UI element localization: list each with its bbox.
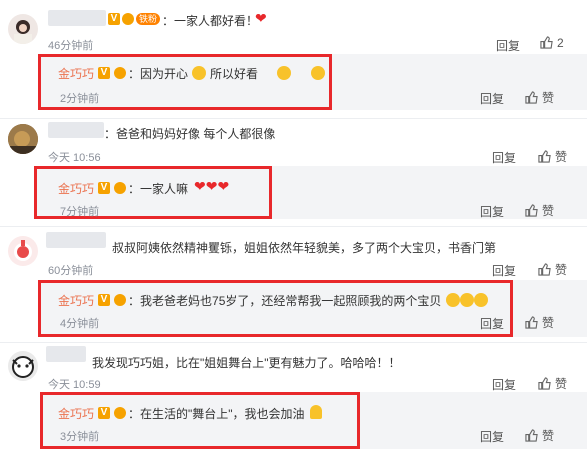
like-button[interactable]: 赞 <box>525 314 554 331</box>
reply-text: ：我老爸老妈也75岁了，还经常帮我一起照顾我的两个宝贝 <box>128 294 442 308</box>
reply-text: ：一家人嘛 <box>128 182 189 196</box>
verified-v-icon: V <box>108 13 120 25</box>
comment-text: ：一家人都好看！ <box>162 14 259 28</box>
fan-badge: 铁粉 <box>136 13 161 25</box>
like-button[interactable]: 赞 <box>525 89 554 106</box>
vip-badge-icon <box>114 67 126 79</box>
reply-author-name[interactable]: 金巧巧 <box>58 65 94 82</box>
thumbs-up-icon <box>538 150 551 163</box>
reply-author-name[interactable]: 金巧巧 <box>58 405 94 422</box>
thumbs-up-icon <box>525 429 538 442</box>
vip-badge-icon <box>114 294 126 306</box>
thumbs-up-icon <box>525 316 538 329</box>
like-button[interactable]: 2 <box>540 36 564 50</box>
username-redacted <box>46 346 86 362</box>
reply-button[interactable]: 回复 <box>480 90 504 107</box>
verified-v-icon: V <box>98 407 110 419</box>
comment-time: 今天 10:56 <box>48 152 101 164</box>
avatar[interactable] <box>8 124 38 154</box>
username-redacted <box>48 10 106 26</box>
reply-text: ：在生活的"舞台上"，我也会加油 <box>128 407 305 421</box>
verified-v-icon: V <box>98 294 110 306</box>
divider <box>0 226 587 227</box>
like-button[interactable]: 赞 <box>525 202 554 219</box>
comment-time: 今天 10:59 <box>48 379 101 391</box>
reply-author-name[interactable]: 金巧巧 <box>58 180 94 197</box>
divider <box>0 118 587 119</box>
vip-badge-icon <box>114 182 126 194</box>
like-button[interactable]: 赞 <box>538 261 567 278</box>
like-button[interactable]: 赞 <box>525 427 554 444</box>
comment-text: ：爸爸和妈妈好像 每个人都很像 <box>104 127 276 141</box>
like-button[interactable]: 赞 <box>538 375 567 392</box>
verified-v-icon: V <box>98 67 110 79</box>
reply-button[interactable]: 回复 <box>492 262 516 279</box>
like-count: 2 <box>557 36 564 50</box>
thumbs-up-icon <box>525 91 538 104</box>
divider <box>0 342 587 343</box>
smile-emoji-icon <box>192 66 206 80</box>
reply-button[interactable]: 回复 <box>492 149 516 166</box>
reply-time: 4分钟前 <box>60 318 100 330</box>
avatar[interactable] <box>8 351 38 381</box>
heart-emoji-icon: ❤ <box>255 10 267 26</box>
avatar[interactable] <box>8 236 38 266</box>
strong-arm-emoji-icon <box>310 405 322 419</box>
thumbs-up-icon <box>538 263 551 276</box>
thumbs-up-icon <box>540 36 553 49</box>
reply-button[interactable]: 回复 <box>492 376 516 393</box>
sunglasses-emoji-icon <box>446 293 488 307</box>
verified-v-icon: V <box>98 182 110 194</box>
username-redacted <box>46 232 106 248</box>
reply-time: 3分钟前 <box>60 431 100 443</box>
avatar[interactable] <box>8 14 38 44</box>
heart-emoji-icon: ❤❤❤ <box>194 178 230 194</box>
thumbs-up-icon <box>525 204 538 217</box>
comment-text: 我发现巧巧姐，比在"姐姐舞台上"更有魅力了。哈哈哈！！ <box>92 356 401 370</box>
thumbs-up-icon <box>538 377 551 390</box>
username-redacted <box>48 122 104 138</box>
vip-badge-icon <box>114 407 126 419</box>
comment-text: 叔叔阿姨依然精神矍铄，姐姐依然年轻貌美，多了两个大宝贝，书香门第 <box>112 241 497 255</box>
reply-author-name[interactable]: 金巧巧 <box>58 292 94 309</box>
reply-time: 2分钟前 <box>60 93 100 105</box>
reply-button[interactable]: 回复 <box>496 37 520 54</box>
vip-badge-icon <box>122 13 134 25</box>
reply-time: 7分钟前 <box>60 206 100 218</box>
comment-time: 60分钟前 <box>48 265 94 277</box>
like-button[interactable]: 赞 <box>538 148 567 165</box>
reply-text-2: 所以好看 <box>210 67 259 81</box>
comment-time: 46分钟前 <box>48 40 94 52</box>
laugh-emoji-icon <box>310 66 325 80</box>
reply-text: ：因为开心 <box>128 67 189 81</box>
reply-button[interactable]: 回复 <box>480 203 504 220</box>
reply-button[interactable]: 回复 <box>480 428 504 445</box>
reply-button[interactable]: 回复 <box>480 315 504 332</box>
